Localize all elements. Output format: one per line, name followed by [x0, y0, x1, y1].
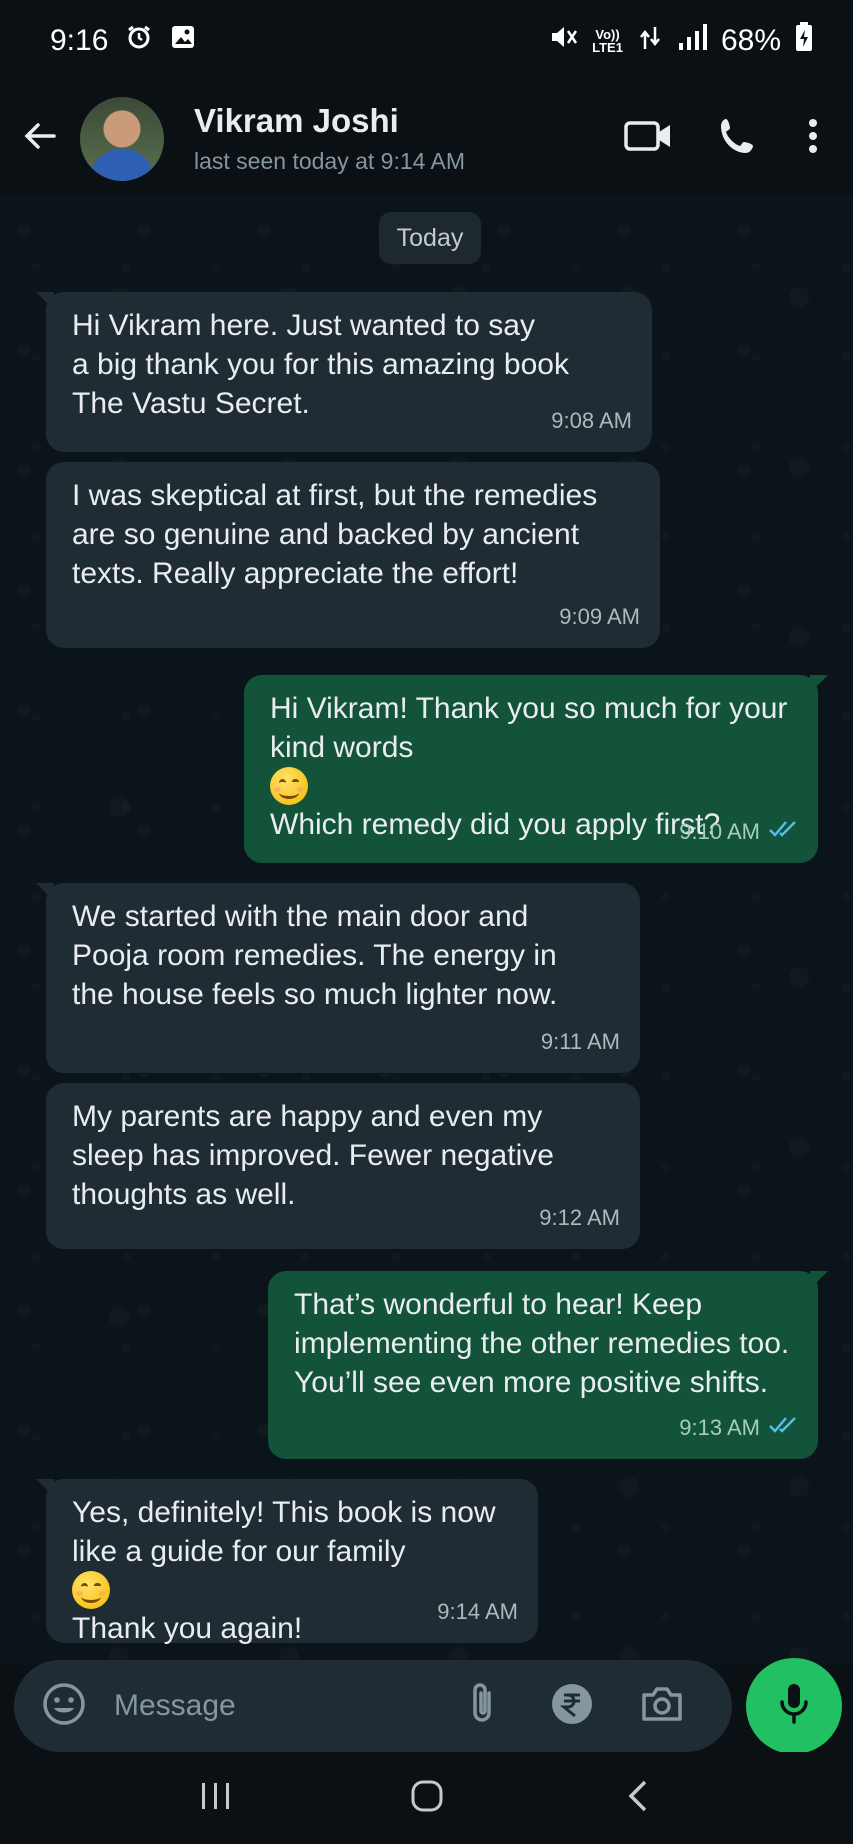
message-text-line: sleep has improved. Fewer negative [72, 1139, 554, 1172]
system-navigation-bar [0, 1752, 853, 1844]
camera-icon [640, 1685, 684, 1728]
message-composer [14, 1660, 732, 1752]
home-icon [410, 1779, 444, 1818]
message-text-line: We started with the main door and [72, 900, 529, 933]
message-time: 9:10 AM [679, 819, 760, 844]
message-text-line: I was skeptical at first, but the remedi… [72, 479, 598, 512]
message-input[interactable] [114, 1689, 434, 1723]
message-bubble-incoming[interactable]: I was skeptical at first, but the remedi… [46, 462, 660, 648]
emoji-icon [41, 1681, 87, 1732]
video-call-icon [623, 119, 673, 158]
bubble-tail [810, 675, 828, 693]
message-text-line: That’s wonderful to hear! Keep [294, 1288, 703, 1321]
message-text-line: kind words [270, 731, 414, 764]
smiling-face-emoji-icon [72, 1571, 110, 1609]
message-bubble-outgoing[interactable]: Hi Vikram! Thank you so much for your ki… [244, 675, 828, 863]
alarm-icon [126, 24, 152, 58]
date-separator: Today [379, 212, 481, 264]
message-text-line: Hi Vikram! Thank you so much for your [270, 692, 788, 725]
bubble-tail [36, 292, 54, 310]
bubble-tail [810, 1271, 828, 1289]
status-time: 9:16 [50, 24, 109, 57]
message-bubble-incoming[interactable]: We started with the main door and Pooja … [36, 883, 640, 1073]
status-bar: 9:16 Vo)) LTE1 68% [0, 0, 853, 82]
chevron-left-icon [626, 1779, 650, 1818]
message-time: 9:12 AM [539, 1205, 620, 1230]
message-text-line: Pooja room remedies. The energy in [72, 939, 557, 972]
attach-button[interactable] [454, 1678, 510, 1734]
bubble-tail [36, 883, 54, 901]
message-time: 9:09 AM [559, 604, 640, 629]
message-time: 9:08 AM [551, 408, 632, 433]
mute-icon [548, 22, 578, 60]
gallery-icon [170, 24, 196, 58]
back-nav-button[interactable] [598, 1763, 678, 1833]
back-arrow-icon [22, 118, 58, 159]
recent-apps-button[interactable] [176, 1763, 256, 1833]
message-text-line: a big thank you for this amazing book [72, 348, 569, 381]
message-bubble-outgoing[interactable]: That’s wonderful to hear! Keep implement… [268, 1271, 828, 1459]
contact-name: Vikram Joshi [194, 102, 399, 139]
video-call-button[interactable] [603, 99, 693, 179]
message-text-line: texts. Really appreciate the effort! [72, 557, 519, 590]
message-text-line: implementing the other remedies too. [294, 1327, 790, 1360]
voice-message-button[interactable] [746, 1658, 842, 1754]
emoji-button[interactable] [36, 1678, 92, 1734]
data-transfer-icon [637, 23, 663, 59]
voice-call-button[interactable] [693, 99, 783, 179]
attach-icon [467, 1681, 497, 1732]
battery-level: 68% [720, 24, 781, 57]
payment-button[interactable] [544, 1678, 600, 1734]
camera-button[interactable] [634, 1678, 690, 1734]
double-check-read-icon [768, 812, 798, 851]
message-bubble-incoming[interactable]: Hi Vikram here. Just wanted to say a big… [36, 292, 652, 452]
double-check-read-icon [768, 1408, 798, 1447]
message-text-line: thoughts as well. [72, 1178, 296, 1211]
battery-icon [795, 22, 813, 60]
rupee-payment-icon [550, 1682, 594, 1731]
message-text-line: the house feels so much lighter now. [72, 978, 558, 1011]
message-text-line: Hi Vikram here. Just wanted to say [72, 309, 535, 342]
bubble-tail [36, 1479, 54, 1497]
message-bubble-incoming[interactable]: My parents are happy and even my sleep h… [46, 1083, 640, 1249]
message-text-line: The Vastu Secret. [72, 387, 310, 420]
smiling-face-emoji-icon [270, 767, 308, 805]
message-text-line: like a guide for our family [72, 1535, 406, 1568]
home-button[interactable] [387, 1763, 467, 1833]
more-options-button[interactable] [783, 99, 843, 179]
chat-header: Vikram Joshi last seen today at 9:14 AM [0, 82, 853, 195]
message-text-line: Yes, definitely! This book is now [72, 1496, 496, 1529]
contact-info[interactable]: Vikram Joshi last seen today at 9:14 AM [194, 102, 465, 175]
last-seen-status: last seen today at 9:14 AM [194, 148, 466, 174]
message-text-line: My parents are happy and even my [72, 1100, 543, 1133]
mic-icon [778, 1682, 810, 1731]
message-bubble-incoming[interactable]: Yes, definitely! This book is now like a… [36, 1479, 538, 1645]
message-time: 9:11 AM [540, 1029, 620, 1054]
avatar[interactable] [80, 96, 164, 181]
volte-indicator: Vo)) LTE1 [592, 28, 623, 54]
more-options-icon [808, 118, 818, 159]
back-button[interactable] [0, 99, 80, 179]
recent-apps-icon [199, 1781, 233, 1816]
message-time: 9:14 AM [437, 1599, 518, 1624]
lte-label: LTE1 [592, 40, 623, 55]
voice-call-icon [717, 115, 759, 162]
signal-icon [677, 23, 707, 59]
message-text-line: are so genuine and backed by ancient [72, 518, 580, 551]
message-time: 9:13 AM [679, 1415, 760, 1440]
message-text-line: You’ll see even more positive shifts. [294, 1366, 769, 1399]
